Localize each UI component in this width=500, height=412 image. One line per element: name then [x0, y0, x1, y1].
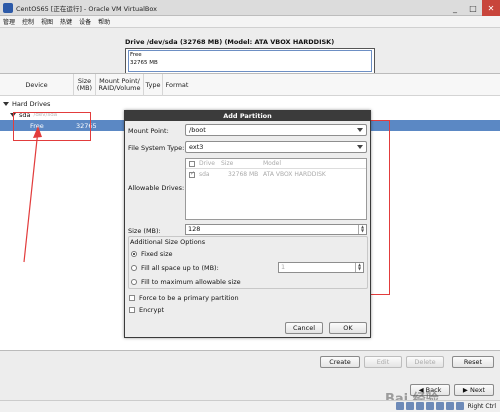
drives-col-drive: Drive — [199, 160, 215, 167]
force-primary-label: Force to be a primary partition — [139, 294, 239, 302]
next-label: Next — [469, 386, 486, 394]
col-size[interactable]: Size (MB) — [74, 74, 96, 96]
dialog-title: Add Partition — [125, 111, 370, 121]
next-button[interactable]: ▶ Next — [454, 384, 494, 396]
minimize-button[interactable]: _ — [446, 0, 464, 16]
drives-col-model: Model — [263, 160, 282, 167]
free-segment-label: Free — [130, 52, 142, 58]
allowable-drives-table[interactable]: Drive Size Model sda 32768 MB ATA VBOX H… — [185, 158, 367, 220]
col-device[interactable]: Device — [0, 74, 74, 96]
free-segment-size: 32765 MB — [130, 60, 158, 66]
tree-row-hard-drives[interactable]: Hard Drives — [0, 98, 500, 109]
menu-hotkey[interactable]: 热键 — [60, 17, 72, 26]
menu-bar: 管理 控制 视图 热键 设备 帮助 — [0, 16, 500, 28]
edit-button[interactable]: Edit — [364, 356, 402, 368]
fill-upto-label: Fill all space up to (MB): — [141, 264, 219, 272]
drive-bar: Free 32765 MB — [125, 48, 375, 74]
usb-icon[interactable] — [415, 402, 424, 410]
add-partition-dialog: Add Partition Mount Point: /boot File Sy… — [124, 110, 371, 338]
fill-upto-value: 1 — [281, 263, 286, 271]
menu-view[interactable]: 视图 — [41, 17, 53, 26]
size-value: 128 — [188, 225, 201, 233]
tray: Right Ctrl — [395, 402, 496, 410]
allowable-drives-label: Allowable Drives: — [128, 184, 185, 192]
spin-arrows-icon[interactable]: ▲ ▼ — [358, 225, 366, 234]
chevron-down-icon — [357, 145, 363, 149]
expand-icon[interactable] — [3, 101, 9, 106]
encrypt-label: Encrypt — [139, 306, 164, 314]
fixed-size-radio[interactable] — [131, 251, 137, 257]
chevron-down-icon — [357, 128, 363, 132]
virtualbox-icon — [3, 2, 13, 13]
col-mount-point[interactable]: Mount Point/ RAID/Volume — [96, 74, 144, 96]
mount-point-combo[interactable]: /boot — [185, 124, 367, 136]
drives-col-size: Size — [221, 160, 234, 167]
fs-type-combo[interactable]: ext3 — [185, 141, 367, 153]
drive-model: ATA VBOX HARDDISK — [263, 171, 326, 178]
force-primary-checkbox[interactable] — [129, 295, 135, 301]
menu-help[interactable]: 帮助 — [98, 17, 110, 26]
fill-max-radio[interactable] — [131, 279, 137, 285]
fill-upto-radio[interactable] — [131, 265, 137, 271]
delete-button[interactable]: Delete — [406, 356, 444, 368]
network-icon[interactable] — [425, 402, 434, 410]
tree-header: Device Size (MB) Mount Point/ RAID/Volum… — [0, 74, 500, 96]
display-icon[interactable] — [445, 402, 454, 410]
fs-type-label: File System Type: — [128, 144, 185, 152]
menu-control[interactable]: 控制 — [22, 17, 34, 26]
cd-icon[interactable] — [405, 402, 414, 410]
mount-point-label: Mount Point: — [128, 127, 169, 135]
encrypt-checkbox[interactable] — [129, 307, 135, 313]
col-format[interactable]: Format — [163, 74, 191, 96]
annotation-arrow — [23, 126, 42, 263]
shared-folder-icon[interactable] — [435, 402, 444, 410]
drive-name: sda — [199, 171, 210, 178]
drives-row-sda[interactable]: sda 32768 MB ATA VBOX HARDDISK — [186, 170, 366, 180]
drives-header: Drive Size Model — [186, 159, 366, 169]
size-input[interactable]: 128 ▲ ▼ — [185, 224, 367, 235]
col-type[interactable]: Type — [144, 74, 163, 96]
spin-arrows-icon[interactable]: ▲ ▼ — [355, 263, 363, 272]
status-bar: Right Ctrl — [0, 400, 500, 412]
maximize-button[interactable]: □ — [464, 0, 482, 16]
create-button[interactable]: Create — [320, 356, 360, 368]
fill-max-label: Fill to maximum allowable size — [141, 278, 241, 286]
drive-title: Drive /dev/sda (32768 MB) (Model: ATA VB… — [125, 38, 335, 46]
window-title: CentOS65 [正在运行] - Oracle VM VirtualBox — [16, 4, 157, 13]
hdd-icon[interactable] — [395, 402, 404, 410]
fixed-size-label: Fixed size — [141, 250, 173, 258]
next-arrow-icon: ▶ — [462, 386, 470, 394]
window-titlebar: CentOS65 [正在运行] - Oracle VM VirtualBox _… — [0, 0, 500, 16]
menu-manage[interactable]: 管理 — [3, 17, 15, 26]
free-segment[interactable]: Free 32765 MB — [128, 50, 372, 72]
header-checkbox — [189, 161, 195, 167]
menu-devices[interactable]: 设备 — [79, 17, 91, 26]
drive-summary: Drive /dev/sda (32768 MB) (Model: ATA VB… — [125, 38, 375, 78]
ok-button[interactable]: OK — [329, 322, 367, 334]
close-button[interactable]: ✕ — [482, 0, 500, 16]
fs-type-value: ext3 — [189, 143, 204, 151]
fill-upto-input[interactable]: 1 ▲ ▼ — [278, 262, 364, 273]
hard-drives-label: Hard Drives — [12, 99, 51, 108]
mount-point-value: /boot — [189, 126, 206, 134]
cancel-button[interactable]: Cancel — [285, 322, 323, 334]
vm-screen: Drive /dev/sda (32768 MB) (Model: ATA VB… — [0, 28, 500, 407]
capture-icon[interactable] — [455, 402, 464, 410]
reset-button[interactable]: Reset — [452, 356, 494, 368]
size-label: Size (MB): — [128, 227, 161, 235]
additional-options-label: Additional Size Options — [130, 238, 206, 246]
host-key-label: Right Ctrl — [467, 402, 496, 410]
drive-size: 32768 MB — [228, 171, 259, 178]
drive-checkbox[interactable] — [189, 170, 195, 178]
